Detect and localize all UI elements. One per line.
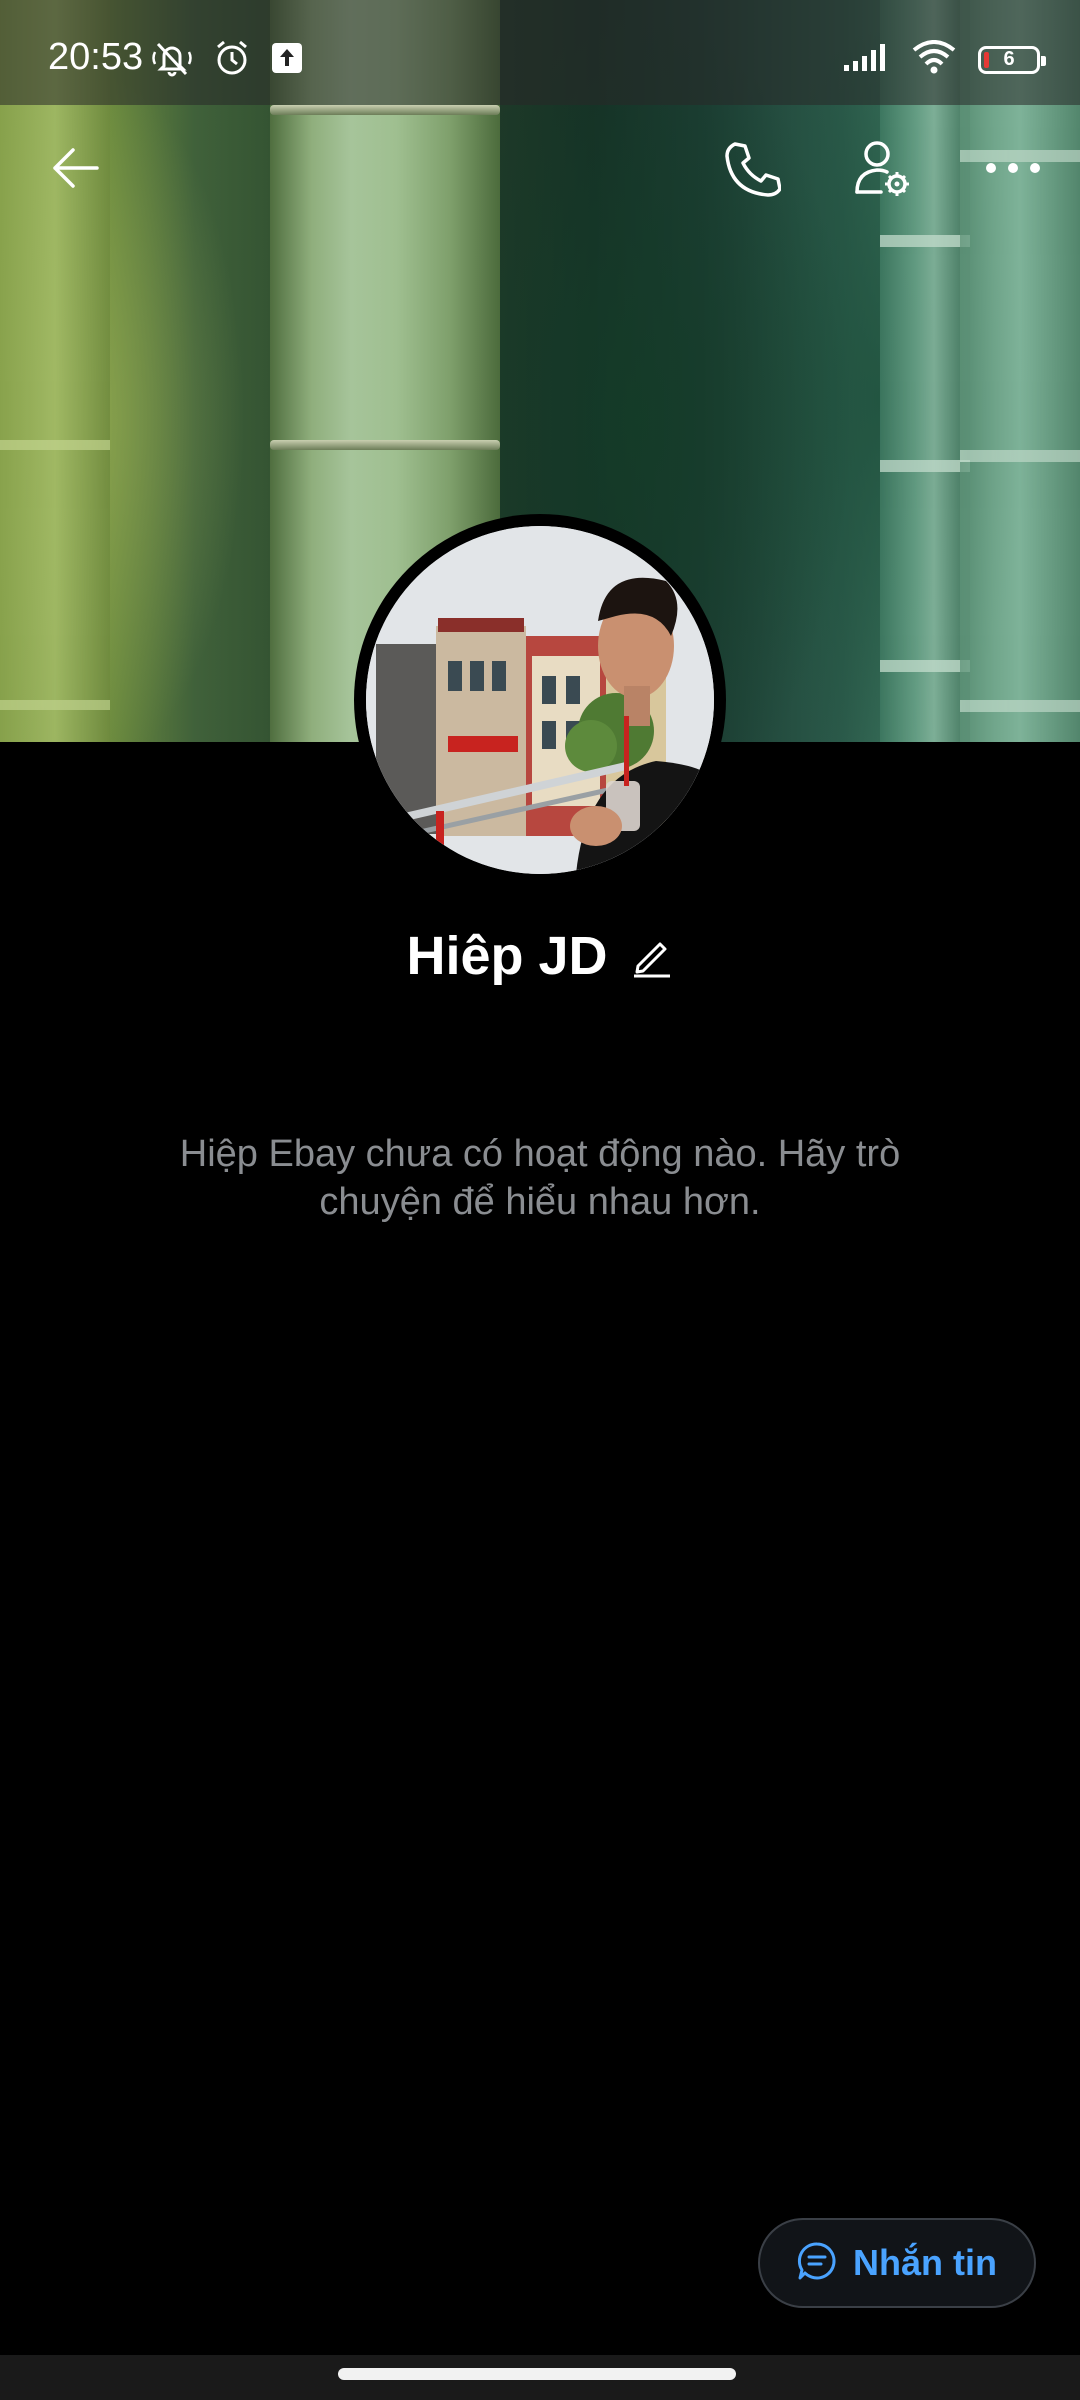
home-indicator[interactable] [338,2368,736,2380]
send-message-label: Nhắn tin [853,2242,997,2283]
battery-icon: 6 [978,45,1046,74]
edit-name-button[interactable] [630,934,674,978]
arrow-left-icon [47,144,103,197]
back-button[interactable] [40,135,110,205]
send-message-button[interactable]: Nhắn tin [758,2218,1036,2308]
phone-icon [721,138,782,203]
user-settings-icon [851,136,915,205]
mute-icon [150,38,194,83]
call-button[interactable] [716,135,786,205]
avatar[interactable] [366,526,714,874]
pencil-icon [630,942,674,982]
chat-bubble-icon [797,2241,837,2286]
profile-settings-button[interactable] [848,135,918,205]
profile-name-row: Hiêp JD [0,925,1080,987]
cover-bamboo-right [880,0,970,742]
profile-screen: 20:53 6 Hiêp JD Hiệp Ebay chưa có hoạt đ… [0,0,1080,2400]
status-icons-right: 6 [842,40,1046,79]
status-icons-left [150,38,304,83]
cover-bamboo-left [0,0,110,742]
profile-name: Hiêp JD [406,926,608,986]
more-options-button[interactable] [978,135,1048,205]
battery-level-fill [984,51,989,68]
status-time: 20:53 [48,36,144,78]
cover-bamboo-far-right [960,0,1080,742]
wifi-icon [912,40,956,79]
battery-percentage: 6 [1003,48,1015,70]
alarm-icon [212,38,252,83]
more-horizontal-icon [983,158,1043,183]
signal-icon [842,41,890,78]
status-bar: 20:53 6 [0,0,1080,105]
upload-icon [270,41,304,80]
empty-activity-message: Hiệp Ebay chưa có hoạt động nào. Hãy trò… [179,1133,901,1223]
